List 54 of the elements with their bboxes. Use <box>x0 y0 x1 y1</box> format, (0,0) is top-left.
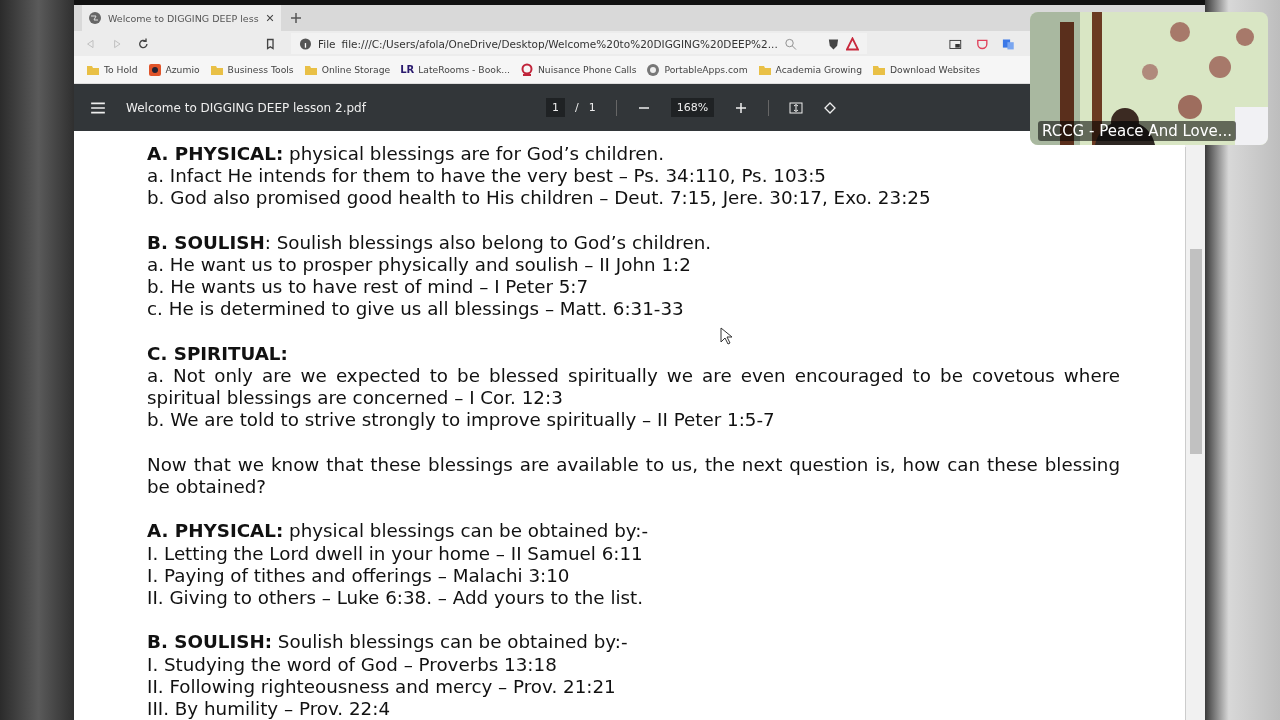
globe-icon <box>88 11 102 25</box>
info-icon <box>299 36 312 51</box>
fit-page-icon[interactable] <box>789 100 804 115</box>
document-line: I. Letting the Lord dwell in your home – II Samuel 6:11 <box>147 542 644 565</box>
cursor-icon <box>720 327 732 345</box>
disc-icon <box>646 62 661 77</box>
bookmark-item[interactable]: To Hold <box>86 62 138 77</box>
document-line: c. He is determined to give us all blessings – Matt. 6:31-33 <box>147 298 685 321</box>
page-number-field[interactable]: 1 <box>546 98 565 117</box>
document-line: B. SOULISH: Soulish blessings can be obtained by:- <box>147 631 629 654</box>
bookmark-item[interactable]: Nuisance Phone Calls <box>520 62 637 77</box>
page-count: 1 <box>588 101 596 114</box>
document-line: II. Following righteousness and mercy – Prov. 21:21 <box>147 675 617 698</box>
logo-icon: LR <box>400 64 415 75</box>
zoom-in-icon[interactable] <box>734 100 749 115</box>
ring-icon <box>520 62 534 77</box>
document-line: A. PHYSICAL: physical blessings can be obtained by:- <box>147 520 650 543</box>
bookmark-item[interactable]: PortableApps.com <box>646 62 748 77</box>
document-line: I. Studying the word of God – Proverbs 13:18 <box>147 653 558 676</box>
bookmark-item[interactable]: Business Tools <box>209 62 294 77</box>
zoom-field[interactable]: 168% <box>670 98 715 117</box>
scrollbar[interactable] <box>1185 147 1205 720</box>
zoom-icon <box>783 36 797 51</box>
triangle-icon[interactable] <box>846 36 860 51</box>
participant-name: RCCG - Peace And Love... <box>1038 121 1237 141</box>
document-line: I. Paying of tithes and offerings – Malachi 3:10 <box>147 564 571 587</box>
app-icon <box>147 62 162 77</box>
document-line: b. God also promised good health to His children – Deut. 7:15, Jere. 30:17, Exo. 23:25 <box>147 187 932 210</box>
close-icon[interactable] <box>264 13 275 23</box>
document-line: a. Infact He intends for them to have the very best – Ps. 34:110, Ps. 103:5 <box>147 165 827 188</box>
bookmark-item[interactable]: Online Storage <box>303 62 391 77</box>
document-line: II. Giving to others – Luke 6:38. – Add yours to the list. <box>147 587 645 610</box>
new-tab-icon[interactable] <box>288 11 303 25</box>
document-line: b. We are told to strive strongly to improve spiritually – II Peter 1:5-7 <box>147 409 776 432</box>
document-line: b. He wants us to have rest of mind – I Peter 5:7 <box>147 276 590 299</box>
document-line: C. SPIRITUAL: <box>147 342 289 365</box>
translate-icon[interactable] <box>1002 36 1015 51</box>
bookmark-item[interactable]: Download Websites <box>872 62 980 77</box>
document-line: III. By humility – Prov. 22:4 <box>147 698 391 720</box>
document-line: a. He want us to prosper physically and soulish – II John 1:2 <box>147 254 692 277</box>
reload-icon[interactable] <box>137 36 150 51</box>
document-title: Welcome to DIGGING DEEP lesson 2.pdf <box>126 100 368 115</box>
shield-icon[interactable] <box>827 36 841 51</box>
bookmark-item[interactable]: Azumio <box>147 62 200 77</box>
browser-tab[interactable]: Welcome to DIGGING DEEP less <box>82 5 281 31</box>
page-separator: / <box>575 101 579 114</box>
bookmark-item[interactable]: Academia Growing <box>757 62 862 77</box>
document-line: B. SOULISH: Soulish blessings also belong to God’s children. <box>147 231 713 254</box>
scheme-label: File <box>318 37 336 50</box>
address-bar[interactable]: File file:///C:/Users/afola/OneDrive/Desktop/Welcome%20to%20DIGGING%20DEEP%2... <box>291 33 868 54</box>
document-line: Now that we know that these blessings are available to us, the next question is, how can these blessing be obtained? <box>147 453 1120 499</box>
url-text: file:///C:/Users/afola/OneDrive/Desktop/Welcome%20to%20DIGGING%20DEEP%2... <box>341 37 778 50</box>
bookmark-item[interactable]: LR LateRooms - Book... <box>400 64 510 75</box>
document-line: A. PHYSICAL: physical blessings are for God’s children. <box>147 143 665 166</box>
